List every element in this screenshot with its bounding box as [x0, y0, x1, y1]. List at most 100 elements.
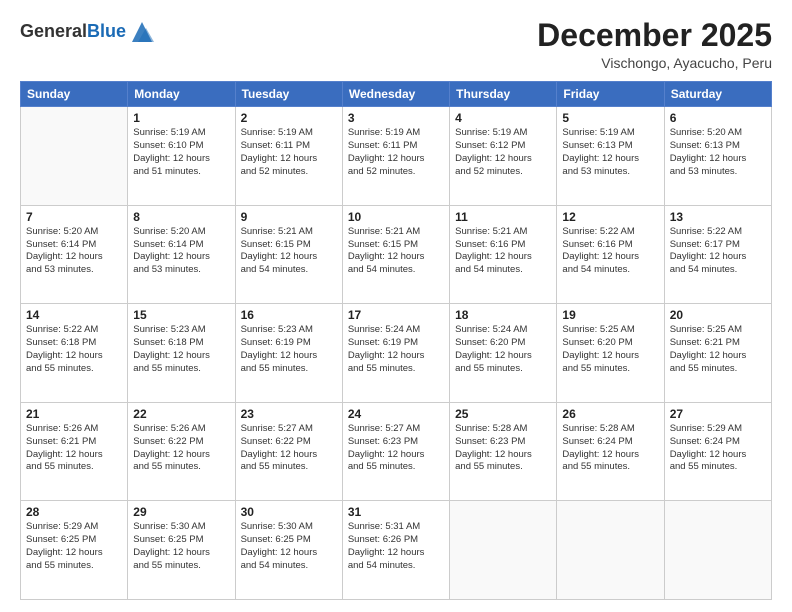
cell-info: Sunrise: 5:20 AM Sunset: 6:14 PM Dayligh… — [133, 226, 229, 277]
calendar-cell: 14 Sunrise: 5:22 AM Sunset: 6:18 PM Dayli… — [21, 304, 128, 403]
cell-info: Sunrise: 5:25 AM Sunset: 6:21 PM Dayligh… — [670, 324, 766, 375]
col-tuesday: Tuesday — [235, 82, 342, 107]
calendar-cell — [557, 501, 664, 600]
calendar-cell — [21, 107, 128, 206]
day-number: 28 — [26, 505, 122, 519]
cell-info: Sunrise: 5:19 AM Sunset: 6:11 PM Dayligh… — [241, 127, 337, 178]
cell-info: Sunrise: 5:23 AM Sunset: 6:18 PM Dayligh… — [133, 324, 229, 375]
col-thursday: Thursday — [450, 82, 557, 107]
calendar-cell: 19 Sunrise: 5:25 AM Sunset: 6:20 PM Dayli… — [557, 304, 664, 403]
cell-info: Sunrise: 5:22 AM Sunset: 6:17 PM Dayligh… — [670, 226, 766, 277]
page: GeneralBlue December 2025 Vischongo, Aya… — [0, 0, 792, 612]
cell-info: Sunrise: 5:29 AM Sunset: 6:25 PM Dayligh… — [26, 521, 122, 572]
day-number: 8 — [133, 210, 229, 224]
title-block: December 2025 Vischongo, Ayacucho, Peru — [537, 18, 772, 71]
calendar-cell: 10Sunrise: 5:21 AM Sunset: 6:15 PM Dayli… — [342, 205, 449, 304]
calendar-header-row: Sunday Monday Tuesday Wednesday Thursday… — [21, 82, 772, 107]
day-number: 30 — [241, 505, 337, 519]
calendar-week-5: 28 Sunrise: 5:29 AM Sunset: 6:25 PM Dayli… — [21, 501, 772, 600]
calendar-cell: 30 Sunrise: 5:30 AM Sunset: 6:25 PM Dayli… — [235, 501, 342, 600]
day-number: 22 — [133, 407, 229, 421]
logo: GeneralBlue — [20, 18, 156, 46]
cell-info: Sunrise: 5:21 AM Sunset: 6:16 PM Dayligh… — [455, 226, 551, 277]
cell-info: Sunrise: 5:29 AM Sunset: 6:24 PM Dayligh… — [670, 423, 766, 474]
calendar-cell: 6Sunrise: 5:20 AM Sunset: 6:13 PM Daylig… — [664, 107, 771, 206]
calendar-cell — [664, 501, 771, 600]
col-saturday: Saturday — [664, 82, 771, 107]
day-number: 16 — [241, 308, 337, 322]
calendar-cell: 4Sunrise: 5:19 AM Sunset: 6:12 PM Daylig… — [450, 107, 557, 206]
calendar-week-1: 1 Sunrise: 5:19 AM Sunset: 6:10 PM Daylig… — [21, 107, 772, 206]
day-number: 3 — [348, 111, 444, 125]
col-monday: Monday — [128, 82, 235, 107]
calendar-cell: 23Sunrise: 5:27 AM Sunset: 6:22 PM Dayli… — [235, 402, 342, 501]
day-number: 4 — [455, 111, 551, 125]
calendar-cell: 12Sunrise: 5:22 AM Sunset: 6:16 PM Dayli… — [557, 205, 664, 304]
cell-info: Sunrise: 5:28 AM Sunset: 6:24 PM Dayligh… — [562, 423, 658, 474]
day-number: 17 — [348, 308, 444, 322]
day-number: 14 — [26, 308, 122, 322]
calendar-cell: 26Sunrise: 5:28 AM Sunset: 6:24 PM Dayli… — [557, 402, 664, 501]
calendar-cell: 25 Sunrise: 5:28 AM Sunset: 6:23 PM Dayli… — [450, 402, 557, 501]
cell-info: Sunrise: 5:25 AM Sunset: 6:20 PM Dayligh… — [562, 324, 658, 375]
month-title: December 2025 — [537, 18, 772, 53]
cell-info: Sunrise: 5:19 AM Sunset: 6:11 PM Dayligh… — [348, 127, 444, 178]
col-friday: Friday — [557, 82, 664, 107]
logo-general-text: General — [20, 21, 87, 41]
calendar-cell: 5Sunrise: 5:19 AM Sunset: 6:13 PM Daylig… — [557, 107, 664, 206]
col-sunday: Sunday — [21, 82, 128, 107]
cell-info: Sunrise: 5:31 AM Sunset: 6:26 PM Dayligh… — [348, 521, 444, 572]
calendar-cell: 13 Sunrise: 5:22 AM Sunset: 6:17 PM Dayli… — [664, 205, 771, 304]
calendar-cell — [450, 501, 557, 600]
cell-info: Sunrise: 5:19 AM Sunset: 6:10 PM Dayligh… — [133, 127, 229, 178]
cell-info: Sunrise: 5:26 AM Sunset: 6:21 PM Dayligh… — [26, 423, 122, 474]
day-number: 20 — [670, 308, 766, 322]
calendar-week-4: 21 Sunrise: 5:26 AM Sunset: 6:21 PM Dayli… — [21, 402, 772, 501]
calendar-cell: 17 Sunrise: 5:24 AM Sunset: 6:19 PM Dayli… — [342, 304, 449, 403]
day-number: 1 — [133, 111, 229, 125]
cell-info: Sunrise: 5:24 AM Sunset: 6:19 PM Dayligh… — [348, 324, 444, 375]
cell-info: Sunrise: 5:28 AM Sunset: 6:23 PM Dayligh… — [455, 423, 551, 474]
calendar-cell: 8 Sunrise: 5:20 AM Sunset: 6:14 PM Daylig… — [128, 205, 235, 304]
calendar-cell: 15 Sunrise: 5:23 AM Sunset: 6:18 PM Dayli… — [128, 304, 235, 403]
day-number: 2 — [241, 111, 337, 125]
calendar-cell: 1 Sunrise: 5:19 AM Sunset: 6:10 PM Daylig… — [128, 107, 235, 206]
calendar-table: Sunday Monday Tuesday Wednesday Thursday… — [20, 81, 772, 600]
logo-blue-text: Blue — [87, 21, 126, 41]
calendar-cell: 31Sunrise: 5:31 AM Sunset: 6:26 PM Dayli… — [342, 501, 449, 600]
calendar-cell: 2 Sunrise: 5:19 AM Sunset: 6:11 PM Daylig… — [235, 107, 342, 206]
day-number: 13 — [670, 210, 766, 224]
cell-info: Sunrise: 5:24 AM Sunset: 6:20 PM Dayligh… — [455, 324, 551, 375]
cell-info: Sunrise: 5:27 AM Sunset: 6:23 PM Dayligh… — [348, 423, 444, 474]
calendar-cell: 22 Sunrise: 5:26 AM Sunset: 6:22 PM Dayli… — [128, 402, 235, 501]
calendar-week-3: 14 Sunrise: 5:22 AM Sunset: 6:18 PM Dayli… — [21, 304, 772, 403]
day-number: 18 — [455, 308, 551, 322]
day-number: 15 — [133, 308, 229, 322]
calendar-cell: 24Sunrise: 5:27 AM Sunset: 6:23 PM Dayli… — [342, 402, 449, 501]
cell-info: Sunrise: 5:22 AM Sunset: 6:18 PM Dayligh… — [26, 324, 122, 375]
cell-info: Sunrise: 5:30 AM Sunset: 6:25 PM Dayligh… — [241, 521, 337, 572]
header: GeneralBlue December 2025 Vischongo, Aya… — [20, 18, 772, 71]
calendar-cell: 20 Sunrise: 5:25 AM Sunset: 6:21 PM Dayli… — [664, 304, 771, 403]
day-number: 21 — [26, 407, 122, 421]
calendar-cell: 3 Sunrise: 5:19 AM Sunset: 6:11 PM Daylig… — [342, 107, 449, 206]
day-number: 19 — [562, 308, 658, 322]
calendar-cell: 27Sunrise: 5:29 AM Sunset: 6:24 PM Dayli… — [664, 402, 771, 501]
day-number: 23 — [241, 407, 337, 421]
calendar-cell: 9Sunrise: 5:21 AM Sunset: 6:15 PM Daylig… — [235, 205, 342, 304]
calendar-cell: 28 Sunrise: 5:29 AM Sunset: 6:25 PM Dayli… — [21, 501, 128, 600]
cell-info: Sunrise: 5:21 AM Sunset: 6:15 PM Dayligh… — [241, 226, 337, 277]
subtitle: Vischongo, Ayacucho, Peru — [537, 55, 772, 71]
cell-info: Sunrise: 5:22 AM Sunset: 6:16 PM Dayligh… — [562, 226, 658, 277]
cell-info: Sunrise: 5:20 AM Sunset: 6:14 PM Dayligh… — [26, 226, 122, 277]
col-wednesday: Wednesday — [342, 82, 449, 107]
day-number: 11 — [455, 210, 551, 224]
cell-info: Sunrise: 5:21 AM Sunset: 6:15 PM Dayligh… — [348, 226, 444, 277]
day-number: 7 — [26, 210, 122, 224]
day-number: 25 — [455, 407, 551, 421]
calendar-week-2: 7 Sunrise: 5:20 AM Sunset: 6:14 PM Daylig… — [21, 205, 772, 304]
calendar-cell: 29Sunrise: 5:30 AM Sunset: 6:25 PM Dayli… — [128, 501, 235, 600]
cell-info: Sunrise: 5:23 AM Sunset: 6:19 PM Dayligh… — [241, 324, 337, 375]
calendar-cell: 21 Sunrise: 5:26 AM Sunset: 6:21 PM Dayli… — [21, 402, 128, 501]
cell-info: Sunrise: 5:26 AM Sunset: 6:22 PM Dayligh… — [133, 423, 229, 474]
